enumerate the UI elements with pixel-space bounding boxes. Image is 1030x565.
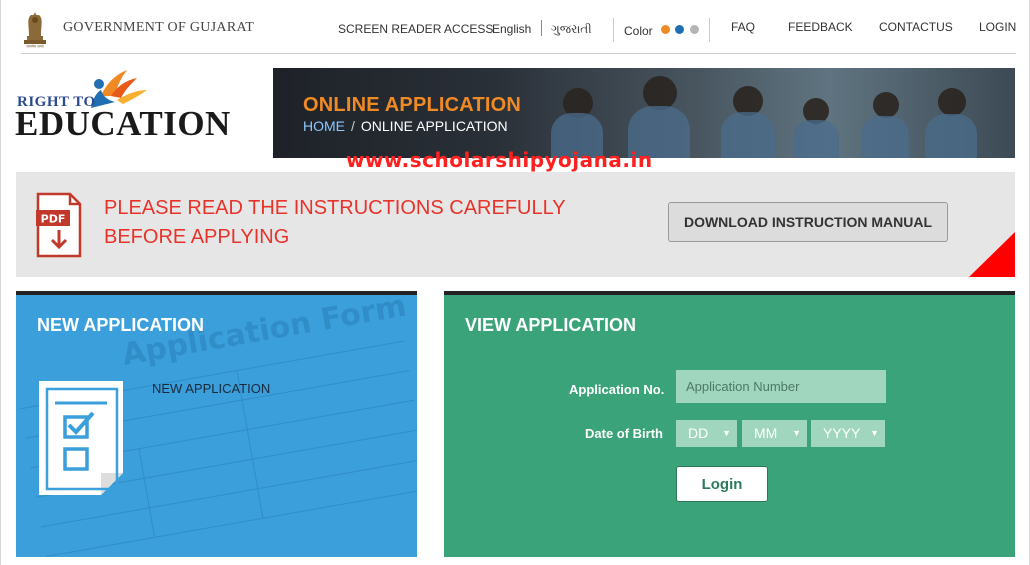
color-grey-option[interactable]	[690, 25, 699, 34]
language-gujarati-link[interactable]: ગુજરાતી	[551, 22, 592, 37]
divider	[613, 18, 614, 42]
dob-year-select[interactable]: YYYY ▼	[811, 420, 885, 447]
dob-month-select[interactable]: MM ▼	[742, 420, 807, 447]
download-instruction-manual-button[interactable]: DOWNLOAD INSTRUCTION MANUAL	[668, 202, 948, 242]
new-application-panel: Application Form NEW APPLICATION NEW APP…	[16, 291, 417, 557]
language-divider	[541, 20, 542, 36]
instructions-line-1: PLEASE READ THE INSTRUCTIONS CAREFULLY	[104, 197, 566, 219]
application-number-label: Application No.	[569, 382, 665, 397]
pdf-download-icon: PDF	[36, 192, 82, 258]
breadcrumb-home-link[interactable]: HOME	[303, 118, 345, 134]
breadcrumb-separator: /	[351, 118, 355, 134]
dob-day-value: DD	[688, 425, 709, 441]
nav-login[interactable]: LOGIN	[979, 20, 1016, 34]
dob-day-select[interactable]: DD ▼	[676, 420, 737, 447]
instructions-line-2: BEFORE APPLYING	[104, 226, 290, 248]
breadcrumb: HOME / ONLINE APPLICATION	[303, 118, 508, 134]
corner-ribbon	[969, 232, 1015, 277]
application-number-input[interactable]	[676, 370, 886, 403]
nav-contactus[interactable]: CONTACTUS	[879, 20, 953, 34]
instructions-warning: PLEASE READ THE INSTRUCTIONS CAREFULLY B…	[104, 194, 566, 252]
page-title: ONLINE APPLICATION	[303, 94, 522, 116]
nav-faq[interactable]: FAQ	[731, 20, 755, 34]
pdf-label: PDF	[41, 213, 66, 226]
watermark-text: www.scholarshipyojana.in	[346, 148, 653, 172]
new-application-title: NEW APPLICATION	[37, 315, 204, 335]
view-application-panel: VIEW APPLICATION Application No. Date of…	[444, 291, 1015, 557]
view-application-title: VIEW APPLICATION	[465, 315, 636, 335]
login-button[interactable]: Login	[676, 466, 768, 502]
nav-feedback[interactable]: FEEDBACK	[788, 20, 853, 34]
government-name: GOVERNMENT OF GUJARAT	[63, 20, 255, 35]
page-banner: ONLINE APPLICATION HOME / ONLINE APPLICATI…	[273, 68, 1015, 158]
dropdown-arrow-icon: ▼	[722, 428, 731, 438]
new-application-link[interactable]: NEW APPLICATION	[152, 381, 270, 396]
color-blue-option[interactable]	[675, 25, 684, 34]
header-divider	[21, 53, 1016, 54]
divider	[709, 18, 710, 42]
date-of-birth-label: Date of Birth	[585, 426, 663, 441]
language-english-link[interactable]: English	[492, 22, 531, 36]
form-checklist-icon[interactable]	[37, 379, 125, 497]
color-orange-option[interactable]	[661, 25, 670, 34]
svg-text:सत्यमेव जयते: सत्यमेव जयते	[26, 44, 44, 49]
instructions-bar: PDF PLEASE READ THE INSTRUCTIONS CAREFUL…	[16, 172, 1015, 277]
page: सत्यमेव जयते GOVERNMENT OF GUJARAT SCREE…	[0, 0, 1030, 565]
dropdown-arrow-icon: ▼	[870, 428, 879, 438]
dob-year-value: YYYY	[823, 425, 861, 441]
breadcrumb-current: ONLINE APPLICATION	[360, 118, 508, 134]
screen-reader-access-link[interactable]: SCREEN READER ACCESS	[338, 22, 493, 36]
top-bar: सत्यमेव जयते GOVERNMENT OF GUJARAT SCREE…	[1, 0, 1030, 55]
dob-month-value: MM	[754, 425, 778, 441]
color-label: Color	[624, 24, 653, 38]
national-emblem-icon: सत्यमेव जयते	[24, 12, 46, 49]
logo-text-education: EDUCATION	[15, 104, 231, 143]
right-to-education-logo[interactable]: RIGHT TO EDUCATION	[15, 66, 245, 144]
dropdown-arrow-icon: ▼	[792, 428, 801, 438]
